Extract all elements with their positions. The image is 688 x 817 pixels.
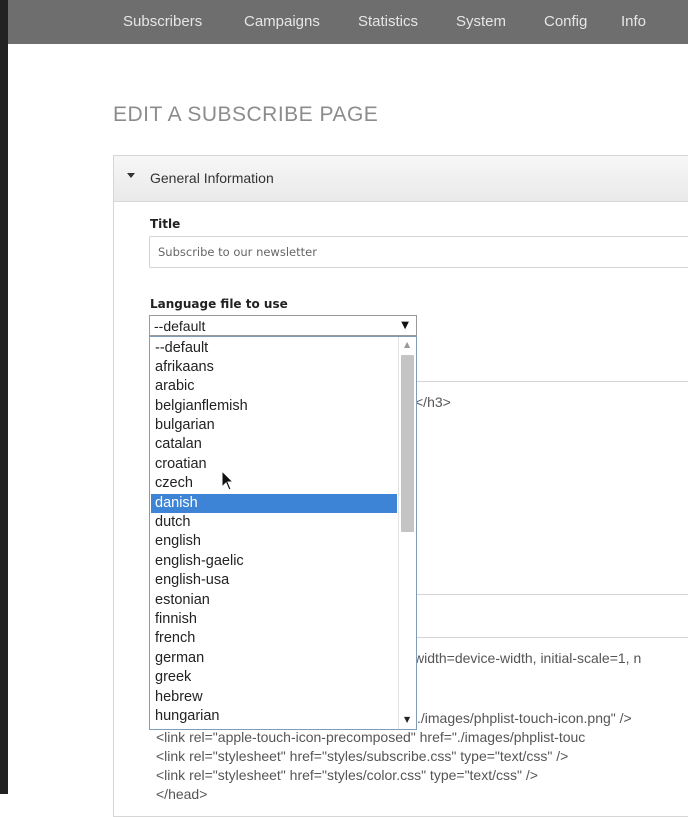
language-option[interactable]: belgianflemish bbox=[151, 397, 397, 416]
language-option[interactable]: german bbox=[151, 649, 397, 668]
nav-campaigns[interactable]: Campaigns bbox=[244, 13, 320, 30]
language-option[interactable]: english-gaelic bbox=[151, 552, 397, 571]
caret-down-icon[interactable] bbox=[127, 173, 135, 178]
language-label: Language file to use bbox=[150, 297, 288, 311]
language-option-highlighted[interactable]: danish bbox=[151, 494, 397, 513]
dropdown-scrollbar[interactable]: ▲ ▼ bbox=[398, 337, 416, 729]
panel-header[interactable]: General Information bbox=[114, 156, 688, 202]
mouse-pointer-icon bbox=[221, 470, 235, 491]
language-option[interactable]: dutch bbox=[151, 513, 397, 532]
title-label: Title bbox=[150, 217, 181, 231]
editor-line: width=device-width, initial-scale=1, n bbox=[414, 650, 642, 666]
nav-system[interactable]: System bbox=[456, 13, 506, 30]
nav-subscribers[interactable]: Subscribers bbox=[123, 13, 202, 30]
language-option[interactable]: --default bbox=[151, 339, 397, 358]
language-option[interactable]: finnish bbox=[151, 610, 397, 629]
editor-line: </head> bbox=[156, 786, 208, 802]
language-option[interactable]: bulgarian bbox=[151, 416, 397, 435]
window-left-border bbox=[0, 0, 8, 794]
editor-line: <link rel="apple-touch-icon-precomposed"… bbox=[156, 729, 586, 745]
nav-statistics[interactable]: Statistics bbox=[358, 13, 418, 30]
language-option[interactable]: greek bbox=[151, 668, 397, 687]
language-option[interactable]: french bbox=[151, 629, 397, 648]
panel-title: General Information bbox=[150, 170, 274, 186]
language-option[interactable]: english-usa bbox=[151, 571, 397, 590]
language-option[interactable]: afrikaans bbox=[151, 358, 397, 377]
language-option[interactable]: catalan bbox=[151, 435, 397, 454]
nav-config[interactable]: Config bbox=[544, 13, 587, 30]
language-option[interactable]: hungarian bbox=[151, 707, 397, 726]
top-navigation: Subscribers Campaigns Statistics System … bbox=[8, 0, 688, 44]
language-select[interactable]: --default ▼ bbox=[149, 315, 417, 336]
dropdown-arrow-icon[interactable]: ▼ bbox=[401, 320, 409, 331]
title-input[interactable]: Subscribe to our newsletter bbox=[149, 236, 688, 268]
page-title: EDIT A SUBSCRIBE PAGE bbox=[113, 103, 379, 126]
language-option[interactable]: english bbox=[151, 532, 397, 551]
language-option[interactable]: hebrew bbox=[151, 688, 397, 707]
header-editor[interactable]: </h3> bbox=[410, 381, 688, 595]
language-option[interactable]: czech bbox=[151, 474, 397, 493]
language-dropdown-list[interactable]: --default afrikaans arabic belgianflemis… bbox=[149, 336, 417, 730]
scroll-down-arrow-icon[interactable]: ▼ bbox=[404, 715, 410, 724]
nav-info[interactable]: Info bbox=[621, 13, 646, 30]
language-option[interactable]: arabic bbox=[151, 377, 397, 396]
scroll-up-arrow-icon[interactable]: ▲ bbox=[404, 340, 410, 349]
editor-line: <link rel="stylesheet" href="styles/colo… bbox=[156, 767, 538, 783]
editor-line: <link rel="stylesheet" href="styles/subs… bbox=[156, 748, 569, 764]
editor-line: </h3> bbox=[415, 394, 451, 410]
editor-line: ./images/phplist-touch-icon.png" /> bbox=[417, 710, 632, 726]
scrollbar-thumb[interactable] bbox=[401, 355, 414, 532]
language-option[interactable]: croatian bbox=[151, 455, 397, 474]
language-option[interactable]: estonian bbox=[151, 591, 397, 610]
language-select-value: --default bbox=[154, 318, 206, 334]
